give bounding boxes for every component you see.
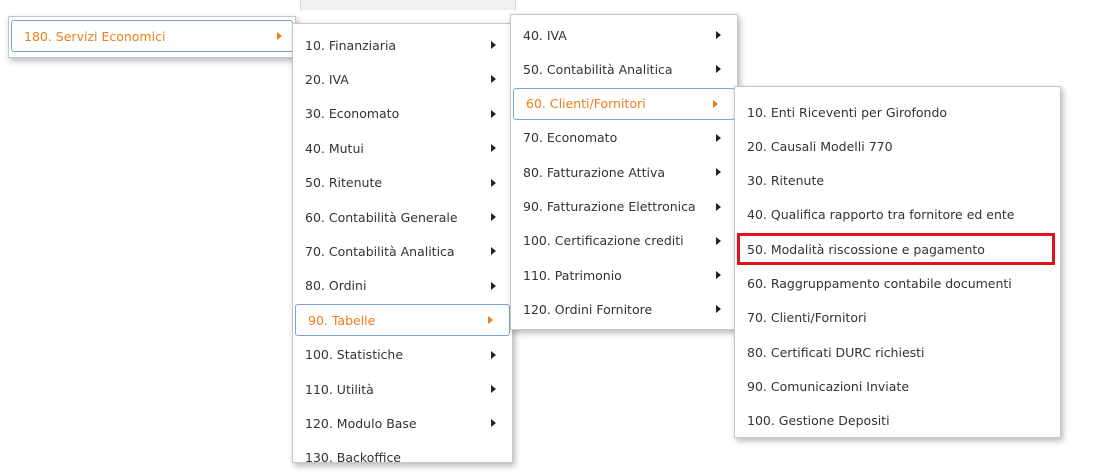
menu-item-iva[interactable]: 20. IVA [293,63,512,95]
menu-top-strip [300,0,516,10]
menu-item-label: 100. Certificazione crediti [523,233,684,249]
menu-item-label: 20. Causali Modelli 770 [747,138,893,154]
menu-item-label: 120. Modulo Base [305,415,417,431]
menu-item-causali-modelli-770[interactable]: 20. Causali Modelli 770 [735,130,1060,162]
menu-item-label: 40. IVA [523,27,567,43]
menu-item-label: 120. Ordini Fornitore [523,301,653,317]
menu-item-label: 100. Gestione Depositi [747,413,890,429]
menu-item-statistiche[interactable]: 100. Statistiche [293,339,512,371]
submenu-arrow-icon [716,168,721,177]
menu-item-qualifica-rapporto-tra-fornitore-ed-ente[interactable]: 40. Qualifica rapporto tra fornitore ed … [735,199,1060,231]
menu-item-enti-riceventi-per-girofondo[interactable]: 10. Enti Riceventi per Girofondo [735,96,1060,128]
menu-item-backoffice[interactable]: 130. Backoffice [293,442,512,474]
menu-item-label: 10. Enti Riceventi per Girofondo [747,104,948,120]
submenu-servizi-economici: 10. Finanziaria 20. IVA 30. Economato 40. M… [292,23,513,465]
menu-item-label: 50. Modalità riscossione e pagamento [747,241,985,257]
menu-item-contabilita-analitica[interactable]: 70. Contabilità Analitica [293,235,512,267]
menu-item-label: 70. Contabilità Analitica [305,243,455,259]
menu-item-label: 30. Ritenute [747,173,825,189]
menu-item-fatturazione-attiva[interactable]: 80. Fatturazione Attiva [511,156,737,188]
submenu-arrow-icon [716,133,721,142]
submenu-arrow-icon [716,271,721,280]
submenu-arrow-icon [491,385,496,393]
menu-item-label: 90. Tabelle [308,312,376,328]
menu-item-clienti-fornitori[interactable]: 70. Clienti/Fornitori [735,302,1060,334]
submenu-arrow-icon [716,236,721,245]
menu-item-ordini-fornitore[interactable]: 120. Ordini Fornitore [511,293,737,325]
submenu-arrow-icon [491,178,496,187]
submenu-arrow-icon [716,65,721,74]
menu-item-mutui[interactable]: 40. Mutui [293,132,512,164]
submenu-arrow-icon [716,31,721,39]
menu-item-label: 10. Finanziaria [305,37,397,53]
menu-item-label: 90. Fatturazione Elettronica [523,199,696,214]
root-menu: 180. Servizi Economici [8,16,296,58]
menu-item-contabilita-generale[interactable]: 60. Contabilità Generale [293,201,512,233]
menu-item-label: 50. Ritenute [305,175,383,191]
submenu-tabelle: 40. IVA 50. Contabilità Analitica 60. Clie… [510,14,738,330]
menu-item-iva[interactable]: 40. IVA [511,19,737,51]
menu-item-tabelle[interactable]: 90. Tabelle [295,304,510,337]
menu-item-label: 180. Servizi Economici [24,28,166,44]
menu-item-raggruppamento-contabile-documenti[interactable]: 60. Raggruppamento contabile documenti [735,268,1060,300]
submenu-arrow-icon [491,419,496,428]
menu-item-label: 40. Qualifica rapporto tra fornitore ed … [747,207,1015,223]
menu-item-label: 80. Certificati DURC richiesti [747,344,925,360]
menu-item-label: 60. Clienti/Fornitori [526,96,646,112]
submenu-arrow-icon [488,316,493,325]
submenu-arrow-icon [716,305,721,314]
menu-item-label: 20. IVA [305,71,349,87]
menu-item-ritenute[interactable]: 30. Ritenute [735,165,1060,197]
submenu-arrow-icon [491,109,496,118]
submenu-arrow-icon [491,247,496,256]
menu-item-label: 130. Backoffice [305,450,402,466]
menu-item-ritenute[interactable]: 50. Ritenute [293,167,512,199]
menu-item-modulo-base[interactable]: 120. Modulo Base [293,407,512,439]
menu-item-label: 90. Comunicazioni Inviate [747,378,910,394]
menu-item-label: 50. Contabilità Analitica [523,61,673,77]
menu-item-label: 60. Contabilità Generale [305,209,458,225]
submenu-clienti-fornitori: 10. Enti Riceventi per Girofondo 20. Caus… [734,86,1061,438]
menu-item-label: 100. Statistiche [305,347,404,363]
submenu-arrow-icon [713,99,718,108]
menu-item-fatturazione-elettronica[interactable]: 90. Fatturazione Elettronica [511,191,737,223]
menu-item-finanziaria[interactable]: 10. Finanziaria [293,29,512,61]
submenu-arrow-icon [277,32,282,40]
menu-item-label: 70. Clienti/Fornitori [747,310,867,326]
menu-item-comunicazioni-inviate[interactable]: 90. Comunicazioni Inviate [735,370,1060,402]
menu-item-certificati-durc-richiesti[interactable]: 80. Certificati DURC richiesti [735,336,1060,368]
menu-item-ordini[interactable]: 80. Ordini [293,270,512,302]
menu-item-label: 40. Mutui [305,140,364,156]
submenu-arrow-icon [491,41,496,49]
menu-item-certificazione-crediti[interactable]: 100. Certificazione crediti [511,225,737,257]
menu-item-label: 110. Patrimonio [523,267,622,283]
menu-item-label: 30. Economato [305,106,400,122]
submenu-arrow-icon [491,350,496,359]
menu-item-label: 70. Economato [523,130,618,146]
menu-item-clienti-fornitori[interactable]: 60. Clienti/Fornitori [513,87,735,120]
menu-item-label: 80. Ordini [305,278,367,294]
submenu-arrow-icon [716,202,721,211]
submenu-arrow-icon [491,281,496,290]
menu-item-contabilita-analitica[interactable]: 50. Contabilità Analitica [511,53,737,85]
menu-item-gestione-depositi[interactable]: 100. Gestione Depositi [735,405,1060,437]
submenu-arrow-icon [491,213,496,221]
menu-item-modalita-riscossione-e-pagamento[interactable]: 50. Modalità riscossione e pagamento [735,233,1060,265]
menu-item-label: 110. Utilità [305,381,374,397]
menu-item-patrimonio[interactable]: 110. Patrimonio [511,259,737,291]
menu-item-utilita[interactable]: 110. Utilità [293,373,512,405]
submenu-arrow-icon [491,144,496,153]
menu-item-label: 60. Raggruppamento contabile documenti [747,276,1012,291]
menu-item-economato[interactable]: 70. Economato [511,122,737,154]
submenu-arrow-icon [491,75,496,84]
menu-item-label: 80. Fatturazione Attiva [523,164,666,180]
menu-item-economato[interactable]: 30. Economato [293,98,512,130]
menu-item-servizi-economici[interactable]: 180. Servizi Economici [11,20,293,52]
